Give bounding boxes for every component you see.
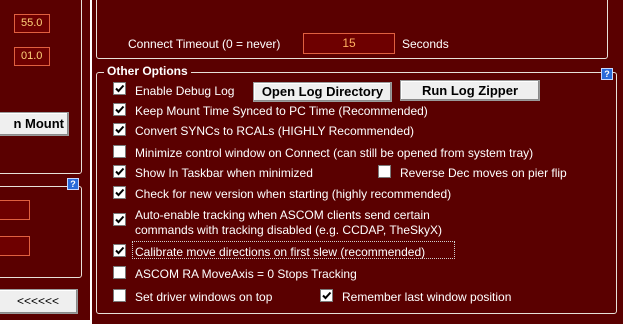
left-field-4[interactable]	[0, 236, 30, 256]
checkmark-icon	[115, 215, 125, 224]
enable-debug-log-label: Enable Debug Log	[135, 84, 235, 98]
checkmark-icon	[115, 246, 125, 255]
connect-timeout-unit: Seconds	[402, 37, 449, 51]
left-panel: 55.0 01.0 n Mount ? <<<<<<	[0, 0, 90, 320]
checkmark-icon	[322, 291, 332, 300]
minimize-on-connect-label: Minimize control window on Connect (can …	[135, 146, 534, 160]
mount-button[interactable]: n Mount	[0, 112, 69, 136]
convert-syncs-checkbox[interactable]	[113, 123, 126, 136]
keep-time-synced-label: Keep Mount Time Synced to PC Time (Recom…	[135, 104, 428, 118]
open-log-directory-button[interactable]: Open Log Directory	[253, 82, 392, 102]
other-options-title: Other Options	[104, 64, 191, 78]
ascom-moveaxis-stops-label: ASCOM RA MoveAxis = 0 Stops Tracking	[135, 267, 357, 281]
show-in-taskbar-checkbox[interactable]	[113, 165, 126, 178]
auto-enable-tracking-label: Auto-enable tracking when ASCOM clients …	[135, 208, 443, 237]
reverse-dec-label: Reverse Dec moves on pier flip	[400, 166, 567, 180]
check-new-version-checkbox[interactable]	[113, 186, 126, 199]
remember-window-position-label: Remember last window position	[342, 290, 512, 304]
left-field-2[interactable]: 01.0	[14, 47, 50, 66]
checkmark-icon	[115, 105, 125, 114]
show-in-taskbar-label: Show In Taskbar when minimized	[135, 166, 313, 180]
checkmark-icon	[115, 125, 125, 134]
checkmark-icon	[115, 84, 125, 93]
ascom-moveaxis-stops-checkbox[interactable]	[113, 266, 126, 279]
keep-time-synced-checkbox[interactable]	[113, 103, 126, 116]
left-field-3[interactable]	[0, 200, 30, 220]
auto-enable-tracking-checkbox[interactable]	[113, 213, 126, 226]
run-log-zipper-button[interactable]: Run Log Zipper	[400, 80, 540, 101]
connect-timeout-input[interactable]: 15	[303, 33, 395, 54]
minimize-on-connect-checkbox[interactable]	[113, 145, 126, 158]
convert-syncs-label: Convert SYNCs to RCALs (HIGHLY Recommend…	[135, 124, 414, 138]
remember-window-position-checkbox[interactable]	[320, 289, 333, 302]
left-field-1[interactable]: 55.0	[14, 14, 50, 33]
calibrate-move-directions-checkbox[interactable]	[113, 244, 126, 257]
checkmark-icon	[115, 188, 125, 197]
left-help-icon[interactable]: ?	[67, 178, 79, 190]
checkmark-icon	[115, 167, 125, 176]
connect-timeout-label: Connect Timeout (0 = never)	[128, 37, 281, 51]
options-help-icon[interactable]: ?	[601, 68, 613, 80]
reverse-dec-checkbox[interactable]	[378, 165, 391, 178]
focus-outline	[132, 241, 455, 259]
driver-windows-on-top-label: Set driver windows on top	[135, 290, 273, 304]
enable-debug-log-checkbox[interactable]	[113, 82, 126, 95]
check-new-version-label: Check for new version when starting (hig…	[135, 187, 452, 201]
back-button[interactable]: <<<<<<	[0, 289, 78, 314]
driver-windows-on-top-checkbox[interactable]	[113, 289, 126, 302]
